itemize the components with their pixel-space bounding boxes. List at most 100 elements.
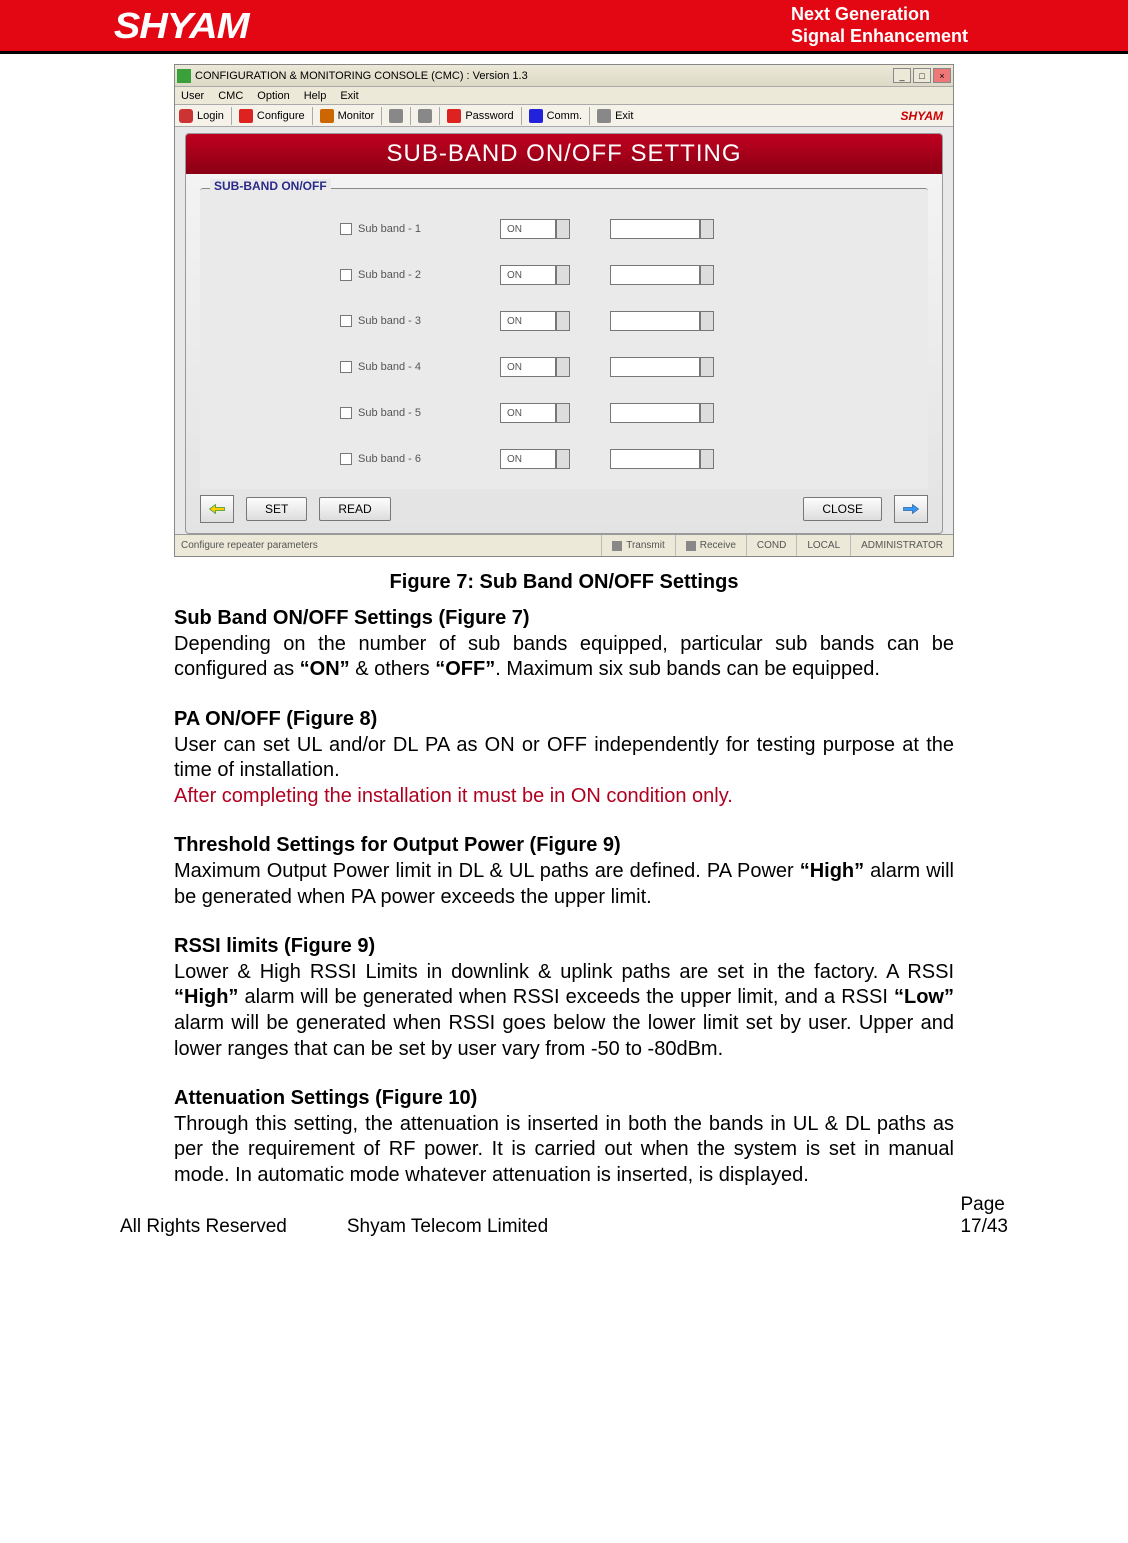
panel-title: SUB-BAND ON/OFF SETTING xyxy=(186,134,942,174)
close-panel-button[interactable]: CLOSE xyxy=(803,497,882,521)
off-literal: “OFF” xyxy=(435,658,495,680)
subband-5-label: Sub band - 5 xyxy=(358,407,421,419)
set-button[interactable]: SET xyxy=(246,497,307,521)
subband-1-state[interactable]: ON xyxy=(500,219,556,239)
password-icon xyxy=(447,109,461,123)
section2-heading: PA ON/OFF (Figure 8) xyxy=(174,708,377,730)
menu-option[interactable]: Option xyxy=(257,90,289,102)
menu-bar: User CMC Option Help Exit xyxy=(175,87,953,105)
status-message: Configure repeater parameters xyxy=(175,540,601,551)
subband-1-dropdown[interactable] xyxy=(610,219,700,239)
back-button[interactable] xyxy=(200,495,234,523)
toolbar-monitor[interactable]: Monitor xyxy=(338,110,375,122)
tool-icon xyxy=(418,109,432,123)
menu-exit[interactable]: Exit xyxy=(340,90,358,102)
minimize-button[interactable]: _ xyxy=(893,68,911,83)
high-literal-1: “High” xyxy=(800,860,864,882)
close-button[interactable]: × xyxy=(933,68,951,83)
status-transmit: Transmit xyxy=(626,540,665,551)
subband-row-6: Sub band - 6 ON xyxy=(340,449,918,469)
toolbar-exit[interactable]: Exit xyxy=(615,110,633,122)
chevron-down-icon[interactable] xyxy=(700,265,714,285)
subband-2-spinner[interactable] xyxy=(556,265,570,285)
section1-text-b: & others xyxy=(350,658,436,680)
subband-4-label: Sub band - 4 xyxy=(358,361,421,373)
low-literal: “Low” xyxy=(894,986,954,1008)
section2-note: After completing the installation it mus… xyxy=(174,784,954,810)
brand-logo: SHYAM xyxy=(114,5,249,47)
grid-icon xyxy=(389,109,403,123)
page-number: 17/43 xyxy=(960,1216,1008,1238)
subband-4-checkbox[interactable] xyxy=(340,361,352,373)
section3-heading: Threshold Settings for Output Power (Fig… xyxy=(174,834,621,856)
section4-text-b: alarm will be generated when RSSI exceed… xyxy=(238,986,894,1008)
page-header: SHYAM Next Generation Signal Enhancement xyxy=(0,0,1128,54)
status-role: ADMINISTRATOR xyxy=(850,535,953,556)
subband-5-checkbox[interactable] xyxy=(340,407,352,419)
subband-4-spinner[interactable] xyxy=(556,357,570,377)
subband-2-dropdown[interactable] xyxy=(610,265,700,285)
subband-2-checkbox[interactable] xyxy=(340,269,352,281)
toolbar-password[interactable]: Password xyxy=(465,110,513,122)
subband-4-dropdown[interactable] xyxy=(610,357,700,377)
chevron-down-icon[interactable] xyxy=(700,403,714,423)
maximize-button[interactable]: □ xyxy=(913,68,931,83)
header-tagline: Next Generation Signal Enhancement xyxy=(791,4,1108,47)
subband-3-dropdown[interactable] xyxy=(610,311,700,331)
toolbar-brand: SHYAM xyxy=(901,109,949,123)
subband-row-4: Sub band - 4 ON xyxy=(340,357,918,377)
subband-3-label: Sub band - 3 xyxy=(358,315,421,327)
high-literal-2: “High” xyxy=(174,986,238,1008)
subband-row-2: Sub band - 2 ON xyxy=(340,265,918,285)
section5-heading: Attenuation Settings (Figure 10) xyxy=(174,1087,477,1109)
tagline-line1: Next Generation xyxy=(791,4,968,26)
subband-groupbox: SUB-BAND ON/OFF Sub band - 1 ON Sub band… xyxy=(200,188,928,489)
app-icon xyxy=(177,69,191,83)
status-receive: Receive xyxy=(700,540,736,551)
subband-1-label: Sub band - 1 xyxy=(358,223,421,235)
forward-button[interactable] xyxy=(894,495,928,523)
subband-6-spinner[interactable] xyxy=(556,449,570,469)
tagline-line2: Signal Enhancement xyxy=(791,26,968,48)
subband-1-spinner[interactable] xyxy=(556,219,570,239)
menu-cmc[interactable]: CMC xyxy=(218,90,243,102)
read-button[interactable]: READ xyxy=(319,497,390,521)
subband-1-checkbox[interactable] xyxy=(340,223,352,235)
figure-caption: Figure 7: Sub Band ON/OFF Settings xyxy=(120,571,1008,594)
subband-3-spinner[interactable] xyxy=(556,311,570,331)
subband-2-state[interactable]: ON xyxy=(500,265,556,285)
subband-5-state[interactable]: ON xyxy=(500,403,556,423)
subband-row-1: Sub band - 1 ON xyxy=(340,219,918,239)
status-local: LOCAL xyxy=(796,535,850,556)
section5-text: Through this setting, the attenuation is… xyxy=(174,1112,954,1189)
section3-text-a: Maximum Output Power limit in DL & UL pa… xyxy=(174,860,800,882)
toolbar-configure[interactable]: Configure xyxy=(257,110,305,122)
subband-6-state[interactable]: ON xyxy=(500,449,556,469)
footer-left: All Rights Reserved xyxy=(120,1216,287,1238)
subband-5-dropdown[interactable] xyxy=(610,403,700,423)
chevron-down-icon[interactable] xyxy=(700,357,714,377)
chevron-down-icon[interactable] xyxy=(700,311,714,331)
subband-5-spinner[interactable] xyxy=(556,403,570,423)
menu-user[interactable]: User xyxy=(181,90,204,102)
subband-6-dropdown[interactable] xyxy=(610,449,700,469)
exit-icon xyxy=(597,109,611,123)
section1-text-c: . Maximum six sub bands can be equipped. xyxy=(495,658,880,680)
page-footer: All Rights Reserved Shyam Telecom Limite… xyxy=(0,1188,1128,1250)
subband-4-state[interactable]: ON xyxy=(500,357,556,377)
subband-6-checkbox[interactable] xyxy=(340,453,352,465)
chevron-down-icon[interactable] xyxy=(700,449,714,469)
menu-help[interactable]: Help xyxy=(304,90,327,102)
on-literal: “ON” xyxy=(300,658,350,680)
section4-text-a: Lower & High RSSI Limits in downlink & u… xyxy=(174,961,954,983)
configure-icon xyxy=(239,109,253,123)
section4-heading: RSSI limits (Figure 9) xyxy=(174,935,375,957)
monitor-icon xyxy=(320,109,334,123)
toolbar-login[interactable]: Login xyxy=(197,110,224,122)
chevron-down-icon[interactable] xyxy=(700,219,714,239)
toolbar-comm[interactable]: Comm. xyxy=(547,110,582,122)
subband-3-checkbox[interactable] xyxy=(340,315,352,327)
subband-3-state[interactable]: ON xyxy=(500,311,556,331)
window-titlebar: CONFIGURATION & MONITORING CONSOLE (CMC)… xyxy=(175,65,953,87)
subband-2-label: Sub band - 2 xyxy=(358,269,421,281)
